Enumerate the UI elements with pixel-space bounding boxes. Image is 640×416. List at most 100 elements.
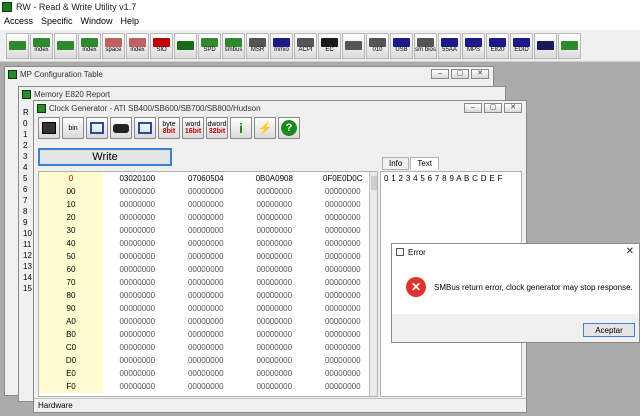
- acpi-icon[interactable]: ACPI: [294, 32, 317, 59]
- register-cell[interactable]: 00000000: [103, 252, 172, 261]
- register-cell[interactable]: 00000000: [240, 213, 309, 222]
- maximize-button[interactable]: ▢: [484, 103, 502, 113]
- register-cell[interactable]: 00000000: [309, 304, 378, 313]
- mmio-icon[interactable]: mmio: [270, 32, 293, 59]
- new-window-icon[interactable]: [134, 117, 156, 139]
- register-cell[interactable]: 00000000: [309, 343, 378, 352]
- register-cell[interactable]: 00000000: [172, 291, 241, 300]
- 55aa-icon[interactable]: 55AA: [438, 32, 461, 59]
- register-cell[interactable]: 00000000: [309, 226, 378, 235]
- cmd-icon[interactable]: [534, 32, 557, 59]
- smbios-icon[interactable]: sm bios: [414, 32, 437, 59]
- refresh-icon[interactable]: ⚡: [254, 117, 276, 139]
- register-cell[interactable]: 00000000: [240, 226, 309, 235]
- close-icon[interactable]: ✕: [626, 246, 634, 257]
- register-cell[interactable]: 00000000: [103, 291, 172, 300]
- e820-icon[interactable]: E820: [486, 32, 509, 59]
- register-cell[interactable]: 00000000: [172, 252, 241, 261]
- register-cell[interactable]: 00000000: [240, 239, 309, 248]
- register-cell[interactable]: 00000000: [309, 239, 378, 248]
- register-cell[interactable]: 00000000: [309, 187, 378, 196]
- register-cell[interactable]: 00000000: [172, 200, 241, 209]
- register-cell[interactable]: 00000000: [240, 369, 309, 378]
- register-cell[interactable]: 00000000: [103, 239, 172, 248]
- register-cell[interactable]: 00000000: [309, 200, 378, 209]
- binoculars-icon[interactable]: [110, 117, 132, 139]
- register-cell[interactable]: 00000000: [309, 330, 378, 339]
- register-cell[interactable]: 00000000: [309, 252, 378, 261]
- register-cell[interactable]: 00000000: [309, 213, 378, 222]
- error-titlebar[interactable]: Error ✕: [392, 244, 639, 260]
- byte-8bit-button[interactable]: byte 8bit: [158, 117, 180, 139]
- usb-icon[interactable]: USB: [390, 32, 413, 59]
- register-cell[interactable]: 00000000: [240, 291, 309, 300]
- copy-window-icon[interactable]: [86, 117, 108, 139]
- mps-icon[interactable]: MPS: [462, 32, 485, 59]
- close-button[interactable]: ✕: [471, 69, 489, 79]
- register-cell[interactable]: 00000000: [103, 369, 172, 378]
- sio-icon[interactable]: SIO: [150, 32, 173, 59]
- register-cell[interactable]: 00000000: [309, 382, 378, 391]
- register-cell[interactable]: 00000000: [309, 356, 378, 365]
- register-cell[interactable]: 00000000: [172, 265, 241, 274]
- register-cell[interactable]: 00000000: [103, 278, 172, 287]
- memory-e820-titlebar[interactable]: Memory E820 Report: [19, 87, 505, 101]
- register-cell[interactable]: 00000000: [309, 265, 378, 274]
- menu-specific[interactable]: Specific: [37, 16, 77, 26]
- register-cell[interactable]: 00000000: [103, 317, 172, 326]
- register-cell[interactable]: 00000000: [309, 317, 378, 326]
- ec-icon[interactable]: EC: [318, 32, 341, 59]
- register-cell[interactable]: 00000000: [240, 200, 309, 209]
- cmos-icon[interactable]: 010: [366, 32, 389, 59]
- register-cell[interactable]: 00000000: [240, 265, 309, 274]
- register-cell[interactable]: 00000000: [103, 304, 172, 313]
- disk-icon[interactable]: [342, 32, 365, 59]
- register-cell[interactable]: 00000000: [309, 369, 378, 378]
- load-bin-icon[interactable]: bin: [62, 117, 84, 139]
- minimize-button[interactable]: –: [431, 69, 449, 79]
- menu-help[interactable]: Help: [117, 16, 144, 26]
- register-cell[interactable]: 00000000: [103, 200, 172, 209]
- register-cell[interactable]: 00000000: [309, 278, 378, 287]
- tab-text[interactable]: Text: [410, 157, 440, 170]
- register-cell[interactable]: 00000000: [172, 187, 241, 196]
- register-cell[interactable]: 00000000: [240, 278, 309, 287]
- register-cell[interactable]: 00000000: [172, 213, 241, 222]
- register-cell[interactable]: 00000000: [103, 265, 172, 274]
- index-icon[interactable]: index: [30, 32, 53, 59]
- register-cell[interactable]: 00000000: [103, 213, 172, 222]
- clock-titlebar[interactable]: Clock Generator - ATI SB400/SB600/SB700/…: [34, 101, 526, 115]
- wave-icon[interactable]: [174, 32, 197, 59]
- pci-icon[interactable]: [6, 32, 29, 59]
- accept-button[interactable]: Aceptar: [583, 323, 635, 337]
- register-cell[interactable]: 00000000: [103, 226, 172, 235]
- register-cell[interactable]: 00000000: [240, 304, 309, 313]
- register-cell[interactable]: 00000000: [103, 330, 172, 339]
- register-cell[interactable]: 00000000: [240, 343, 309, 352]
- register-grid[interactable]: 0 03020100 07060504 0B0A0908 0F0E0D0C 00 0000…: [38, 171, 378, 397]
- index-icon[interactable]: index: [78, 32, 101, 59]
- chip-icon[interactable]: [558, 32, 581, 59]
- register-cell[interactable]: 00000000: [172, 369, 241, 378]
- save-icon[interactable]: [38, 117, 60, 139]
- register-cell[interactable]: 00000000: [172, 239, 241, 248]
- grid-scrollbar[interactable]: [369, 172, 377, 396]
- edid-icon[interactable]: EDID: [510, 32, 533, 59]
- register-cell[interactable]: 00000000: [172, 317, 241, 326]
- register-cell[interactable]: 00000000: [172, 356, 241, 365]
- register-cell[interactable]: 00000000: [172, 343, 241, 352]
- dword-32bit-button[interactable]: dword 32bit: [206, 117, 228, 139]
- menu-access[interactable]: Access: [0, 16, 37, 26]
- register-cell[interactable]: 00000000: [103, 356, 172, 365]
- register-cell[interactable]: 00000000: [309, 291, 378, 300]
- index-icon[interactable]: index: [126, 32, 149, 59]
- register-cell[interactable]: 00000000: [240, 356, 309, 365]
- register-cell[interactable]: 00000000: [172, 278, 241, 287]
- io-space-icon[interactable]: space: [102, 32, 125, 59]
- menu-window[interactable]: Window: [77, 16, 117, 26]
- spd-icon[interactable]: SPD: [198, 32, 221, 59]
- register-cell[interactable]: 00000000: [172, 330, 241, 339]
- mp-config-titlebar[interactable]: MP Configuration Table: [5, 67, 493, 81]
- maximize-button[interactable]: ▢: [451, 69, 469, 79]
- register-cell[interactable]: 00000000: [240, 330, 309, 339]
